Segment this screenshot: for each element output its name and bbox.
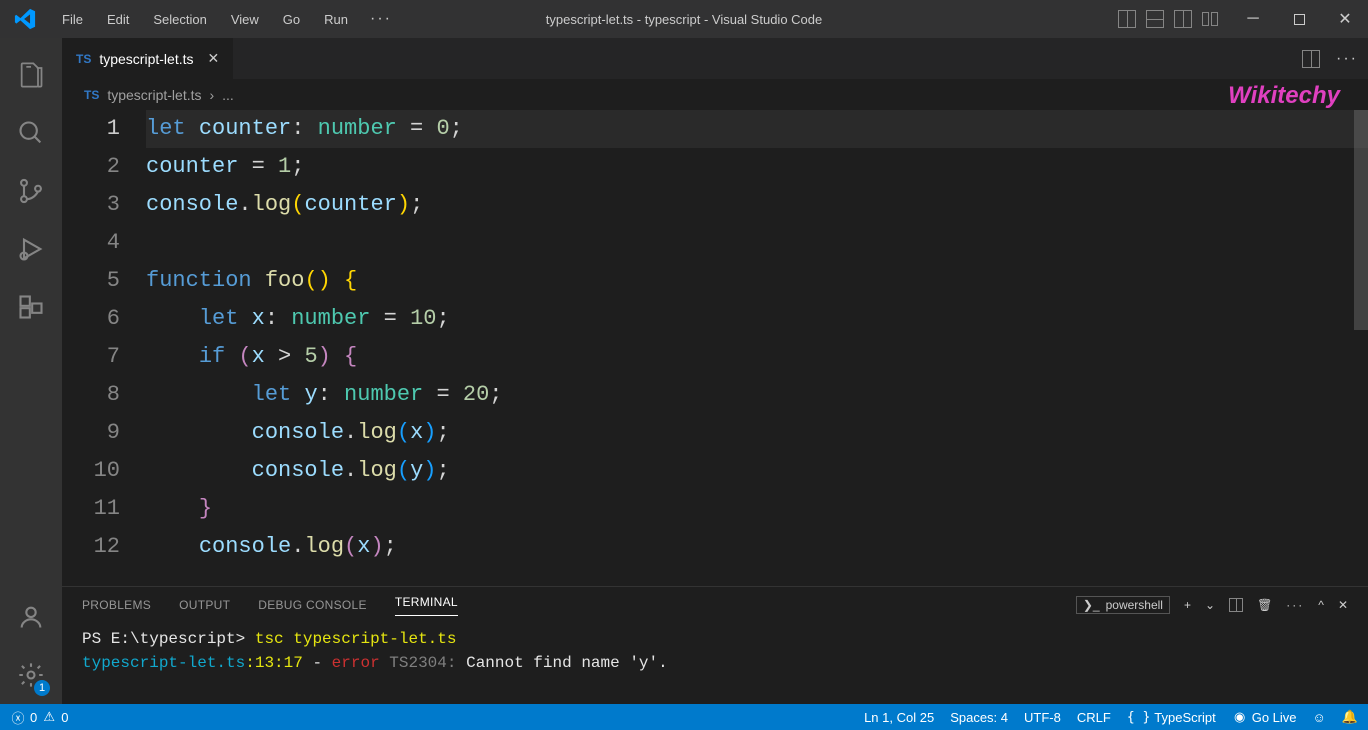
layout-customize-icon[interactable]	[1202, 10, 1220, 28]
tab-close-icon[interactable]: ✕	[207, 50, 219, 67]
editor-tabs: TS typescript-let.ts ✕ ···	[62, 38, 1368, 80]
panel-tab-terminal[interactable]: TERMINAL	[395, 595, 458, 616]
menu-more-icon[interactable]: ···	[360, 0, 402, 38]
activity-extensions-icon[interactable]	[0, 278, 62, 336]
bottom-panel: PROBLEMS OUTPUT DEBUG CONSOLE TERMINAL ❯…	[62, 586, 1368, 704]
line-gutter: 1 2 3 4 5 6 7 8 9 10 11 12	[62, 110, 146, 586]
chevron-right-icon: ›	[209, 87, 214, 103]
status-bell-icon[interactable]: 🔔	[1342, 709, 1358, 725]
panel-close-icon[interactable]: ✕	[1338, 598, 1348, 612]
activity-settings-icon[interactable]: 1	[0, 646, 62, 704]
menu-run[interactable]: Run	[312, 0, 360, 38]
typescript-icon: TS	[84, 88, 99, 102]
new-terminal-icon[interactable]: +	[1184, 598, 1191, 612]
menu-bar: File Edit Selection View Go Run ···	[50, 0, 402, 38]
activity-source-control-icon[interactable]	[0, 162, 62, 220]
layout-toggle-panel-icon[interactable]	[1146, 10, 1164, 28]
status-go-live[interactable]: ◉ Go Live	[1232, 709, 1297, 725]
terminal-icon: ❯_	[1083, 598, 1100, 612]
layout-controls	[1118, 0, 1220, 38]
chevron-up-icon[interactable]: ^	[1318, 598, 1324, 612]
activity-run-debug-icon[interactable]	[0, 220, 62, 278]
braces-icon: { }	[1127, 710, 1150, 725]
terminal-shell-selector[interactable]: ❯_ powershell	[1076, 596, 1170, 614]
menu-edit[interactable]: Edit	[95, 0, 141, 38]
status-bar: ⓧ 0 ⚠ 0 Ln 1, Col 25 Spaces: 4 UTF-8 CRL…	[0, 704, 1368, 730]
typescript-icon: TS	[76, 52, 91, 66]
window-maximize-icon[interactable]	[1276, 0, 1322, 38]
tab-more-icon[interactable]: ···	[1336, 50, 1358, 68]
breadcrumb[interactable]: TS typescript-let.ts › ... Wikitechy	[62, 80, 1368, 110]
activity-bar: 1	[0, 38, 62, 704]
status-cursor[interactable]: Ln 1, Col 25	[864, 710, 934, 725]
status-feedback-icon[interactable]: ☺	[1313, 710, 1326, 725]
tab-label: typescript-let.ts	[99, 51, 193, 67]
panel-tab-output[interactable]: OUTPUT	[179, 598, 230, 612]
status-language[interactable]: { } TypeScript	[1127, 710, 1216, 725]
split-editor-icon[interactable]	[1302, 50, 1320, 68]
menu-selection[interactable]: Selection	[141, 0, 218, 38]
panel-tab-problems[interactable]: PROBLEMS	[82, 598, 151, 612]
terminal-body[interactable]: PS E:\typescript> tsc typescript-let.ts …	[62, 623, 1368, 704]
tab-typescript-let[interactable]: TS typescript-let.ts ✕	[62, 38, 234, 79]
activity-search-icon[interactable]	[0, 104, 62, 162]
panel-more-icon[interactable]: ···	[1286, 598, 1304, 612]
window-title: typescript-let.ts - typescript - Visual …	[546, 12, 823, 27]
activity-explorer-icon[interactable]	[0, 46, 62, 104]
editor[interactable]: 1 2 3 4 5 6 7 8 9 10 11 12 let counter: …	[62, 110, 1368, 586]
watermark-label: Wikitechy	[1228, 82, 1340, 110]
warning-icon: ⚠	[41, 709, 57, 725]
panel-tab-debug[interactable]: DEBUG CONSOLE	[258, 598, 367, 612]
title-bar: File Edit Selection View Go Run ··· type…	[0, 0, 1368, 38]
menu-go[interactable]: Go	[271, 0, 312, 38]
menu-view[interactable]: View	[219, 0, 271, 38]
layout-toggle-sidebar-icon[interactable]	[1118, 10, 1136, 28]
status-errors[interactable]: ⓧ 0 ⚠ 0	[10, 709, 68, 725]
layout-toggle-secondary-icon[interactable]	[1174, 10, 1192, 28]
error-icon: ⓧ	[10, 709, 26, 725]
breadcrumb-file: typescript-let.ts	[107, 87, 201, 103]
breadcrumb-tail: ...	[222, 87, 234, 103]
broadcast-icon: ◉	[1232, 709, 1248, 725]
editor-scrollbar[interactable]	[1354, 110, 1368, 330]
status-encoding[interactable]: UTF-8	[1024, 710, 1061, 725]
status-indent[interactable]: Spaces: 4	[950, 710, 1008, 725]
settings-badge: 1	[34, 680, 50, 696]
window-minimize-icon[interactable]: ─	[1230, 0, 1276, 38]
status-eol[interactable]: CRLF	[1077, 710, 1111, 725]
trash-icon[interactable]: 🗑	[1257, 598, 1272, 612]
menu-file[interactable]: File	[50, 0, 95, 38]
split-terminal-icon[interactable]	[1229, 598, 1243, 612]
code-area[interactable]: let counter: number = 0; counter = 1; co…	[146, 110, 1368, 586]
vscode-logo-icon	[10, 4, 40, 34]
activity-accounts-icon[interactable]	[0, 588, 62, 646]
window-close-icon[interactable]: ✕	[1322, 0, 1368, 38]
chevron-down-icon[interactable]: ⌄	[1205, 598, 1215, 612]
